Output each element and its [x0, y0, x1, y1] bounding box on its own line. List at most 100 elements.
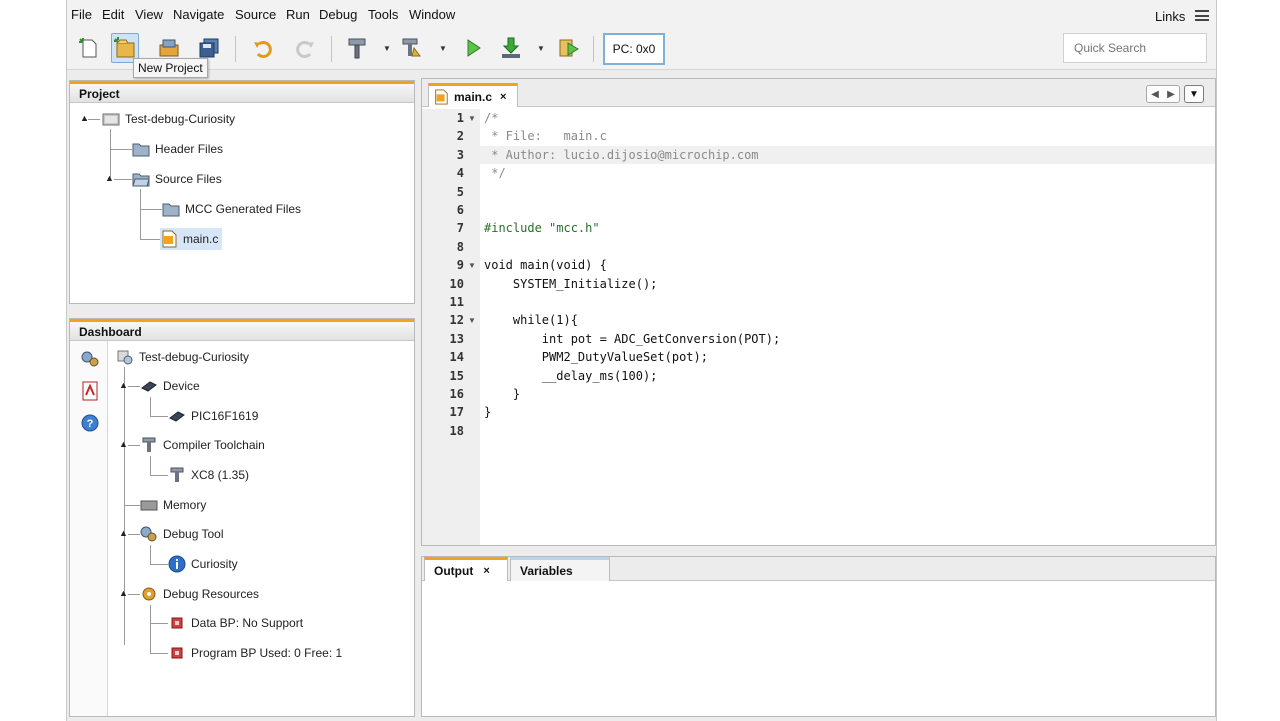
chevron-left-icon[interactable]: ◀ — [1151, 89, 1159, 100]
tree-toggle-icon[interactable]: ▲ — [119, 440, 128, 449]
project-panel: Project ▲ Test-debug-Curiosity Header Fi… — [69, 80, 415, 304]
project-settings-icon — [117, 350, 133, 365]
menu-view[interactable]: View — [135, 7, 163, 22]
menu-navigate[interactable]: Navigate — [173, 7, 224, 22]
toolbar: ▼ ▼ ▼ PC: 0x0 — [67, 30, 1216, 70]
pdf-icon[interactable] — [80, 381, 100, 401]
new-file-button[interactable] — [75, 33, 103, 63]
tab-output[interactable]: Output × — [424, 557, 508, 581]
code-line: * Author: lucio.dijosio@microchip.com — [484, 147, 759, 162]
close-icon[interactable]: × — [483, 565, 489, 577]
program-device-button[interactable] — [497, 33, 525, 63]
tree-project-root[interactable]: Test-debug-Curiosity — [102, 108, 235, 130]
tree-toggle-icon[interactable]: ▲ — [119, 529, 128, 538]
dashboard-panel-title: Dashboard — [70, 319, 414, 341]
code-line: __delay_ms(100); — [484, 368, 658, 383]
quick-search-input[interactable] — [1063, 33, 1207, 63]
svg-text:?: ? — [87, 418, 94, 430]
redo-icon — [296, 41, 314, 58]
undo-button[interactable] — [249, 33, 277, 63]
build-button[interactable] — [343, 33, 371, 63]
new-project-tooltip: New Project — [133, 58, 208, 78]
line-number: 8 — [456, 239, 464, 254]
fold-toggle-icon[interactable]: ▼ — [468, 261, 476, 270]
line-number: 13 — [449, 331, 464, 346]
tree-toggle-icon[interactable]: ▲ — [105, 174, 114, 183]
code-area[interactable]: /* * File: main.c * Author: lucio.dijosi… — [480, 109, 1215, 545]
hamburger-icon[interactable] — [1195, 10, 1209, 21]
dashboard-debug-resources[interactable]: Debug Resources — [140, 583, 259, 605]
menu-edit[interactable]: Edit — [102, 7, 124, 22]
line-number: 18 — [449, 423, 464, 438]
line-number-gutter: 1 ▼ 2 3 4 5 6 7 8 9 ▼ 10 11 12 ▼ 13 14 15 16 17 18 — [422, 109, 480, 545]
line-number: 11 — [449, 295, 464, 309]
redo-button[interactable] — [291, 33, 319, 63]
menu-tools[interactable]: Tools — [368, 7, 398, 22]
tree-toggle-icon[interactable]: ▲ — [119, 589, 128, 598]
properties-icon[interactable] — [80, 349, 100, 369]
links-menu[interactable]: Links — [1155, 9, 1185, 24]
dashboard-debug-tool[interactable]: Debug Tool — [140, 523, 224, 545]
folder-icon — [162, 203, 180, 217]
dashboard-project-root[interactable]: Test-debug-Curiosity — [116, 346, 249, 368]
menu-bar: File Edit View Navigate Source Run Debug… — [67, 0, 1216, 30]
fold-toggle-icon[interactable]: ▼ — [468, 114, 476, 123]
dashboard-data-bp[interactable]: Data BP: No Support — [168, 612, 303, 634]
line-number: 17 — [449, 405, 464, 420]
dashboard-device[interactable]: Device — [140, 375, 200, 397]
chip-icon — [169, 411, 185, 422]
debug-run-icon — [559, 39, 579, 57]
close-icon[interactable]: × — [500, 91, 506, 103]
save-all-icon — [199, 38, 219, 58]
clean-build-button[interactable] — [397, 33, 425, 63]
debug-project-button[interactable] — [555, 33, 583, 63]
dashboard-panel: Dashboard ? Test-debug-Curiosity ▲ Devic… — [69, 318, 415, 717]
help-icon[interactable]: ? — [80, 413, 100, 433]
chevron-right-icon[interactable]: ▶ — [1167, 89, 1175, 100]
undo-icon — [254, 41, 272, 58]
tab-scroll-arrows[interactable]: ◀ ▶ — [1146, 85, 1180, 103]
info-icon — [168, 555, 186, 573]
menu-file[interactable]: File — [71, 7, 92, 22]
tab-main-c[interactable]: main.c × — [428, 83, 518, 107]
clean-build-dropdown-icon[interactable]: ▼ — [439, 44, 447, 53]
line-number: 14 — [449, 350, 464, 365]
dashboard-compiler-name[interactable]: XC8 (1.35) — [168, 464, 249, 486]
build-dropdown-icon[interactable]: ▼ — [383, 44, 391, 53]
dashboard-program-bp[interactable]: Program BP Used: 0 Free: 1 — [168, 642, 342, 664]
menu-debug[interactable]: Debug — [319, 7, 357, 22]
tree-header-files[interactable]: Header Files — [132, 138, 223, 160]
run-button[interactable] — [459, 33, 487, 63]
code-line: PWM2_DutyValueSet(pot); — [484, 350, 708, 365]
c-file-icon — [162, 230, 177, 248]
ide-window: File Edit View Navigate Source Run Debug… — [66, 0, 1217, 721]
dashboard-memory[interactable]: Memory — [140, 494, 206, 516]
dashboard-icon-bar: ? — [70, 341, 108, 716]
tab-list-dropdown[interactable]: ▼ — [1184, 85, 1204, 103]
memory-icon — [140, 500, 158, 511]
tree-main-c[interactable]: main.c — [160, 228, 223, 250]
code-line: } — [484, 405, 492, 420]
fold-toggle-icon[interactable]: ▼ — [468, 316, 476, 325]
line-number: 7 — [456, 221, 464, 236]
code-line: */ — [484, 166, 506, 181]
code-line: } — [484, 387, 521, 401]
program-dropdown-icon[interactable]: ▼ — [537, 44, 545, 53]
line-number: 5 — [456, 184, 464, 199]
dashboard-compiler-toolchain[interactable]: Compiler Toolchain — [140, 434, 265, 456]
tree-source-files[interactable]: Source Files — [132, 168, 222, 190]
line-number: 2 — [456, 129, 464, 144]
code-line: int pot = ADC_GetConversion(POT); — [484, 331, 781, 346]
menu-source[interactable]: Source — [235, 7, 276, 22]
dashboard-device-name[interactable]: PIC16F1619 — [168, 405, 258, 427]
menu-window[interactable]: Window — [409, 7, 455, 22]
code-line: while(1){ — [484, 313, 578, 328]
breakpoint-icon — [171, 617, 183, 629]
code-line: /* — [484, 111, 499, 125]
editor-panel: main.c × ◀ ▶ ▼ 1 ▼ 2 3 4 5 6 7 8 9 ▼ 10 11 12 ▼ 13 14 15 1… — [421, 78, 1216, 546]
tree-toggle-icon[interactable]: ▲ — [119, 381, 128, 390]
tree-mcc-generated-files[interactable]: MCC Generated Files — [162, 198, 301, 220]
tab-variables[interactable]: Variables — [510, 557, 610, 581]
dashboard-debug-tool-name[interactable]: Curiosity — [168, 553, 238, 575]
menu-run[interactable]: Run — [286, 7, 310, 22]
